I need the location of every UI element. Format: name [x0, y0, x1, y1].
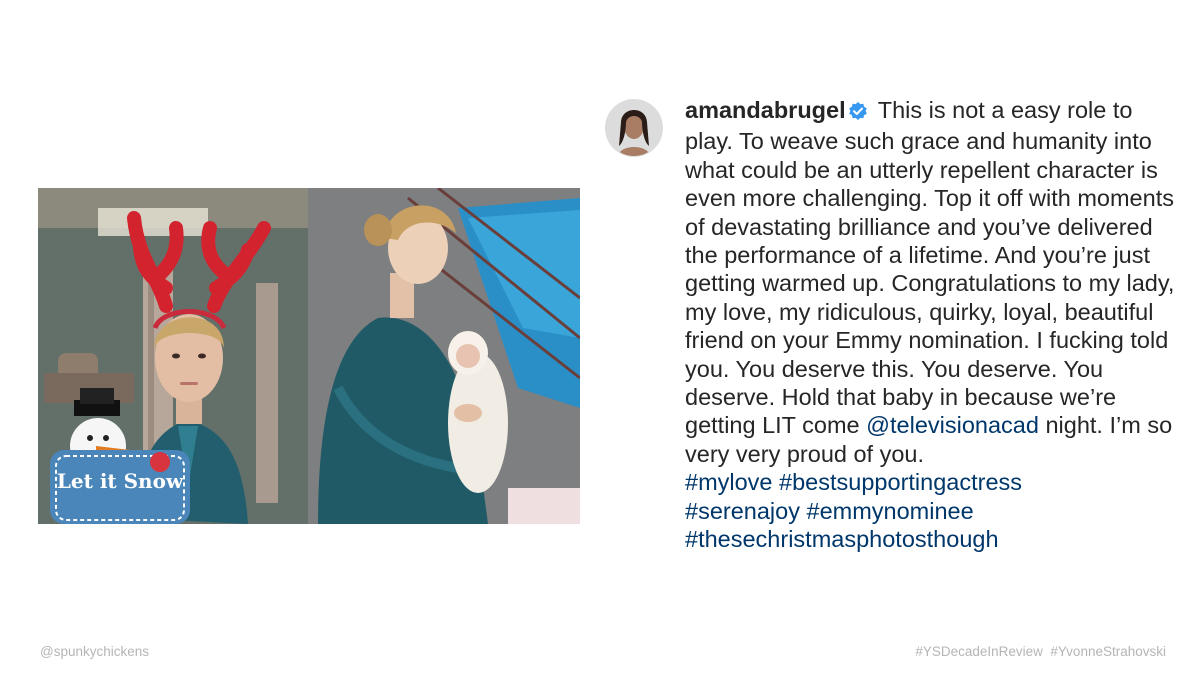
hashtag-link[interactable]: #serenajoy	[685, 498, 800, 524]
footer-hashtags: #YSDecadeInReview #YvonneStrahovski	[915, 644, 1166, 659]
baby-photo-art	[308, 188, 580, 524]
avatar-image	[606, 100, 662, 156]
profile-avatar[interactable]	[606, 100, 662, 156]
hashtag-link[interactable]: #emmynominee	[807, 498, 974, 524]
baby-photo	[308, 188, 580, 524]
hashtag-link[interactable]: #bestsupportingactress	[779, 469, 1022, 495]
post-photos[interactable]: Let it Snow	[38, 188, 580, 524]
mention-link[interactable]: @televisionacad	[866, 412, 1039, 438]
sign-text: Let it Snow	[57, 469, 184, 493]
caption-body: This is not a easy role to play. To weav…	[685, 97, 1175, 439]
hashtag-link[interactable]: #mylove	[685, 469, 773, 495]
credit-watermark: @spunkychickens	[40, 644, 150, 659]
verified-badge-icon	[848, 99, 868, 127]
username-link[interactable]: amandabrugel	[685, 97, 846, 123]
hashtag-link[interactable]: #thesechristmasphotosthough	[685, 526, 999, 552]
caption-text: amandabrugel This is not a easy role to …	[685, 96, 1175, 468]
hashtag-list: #mylove #bestsupportingactress #serenajo…	[685, 468, 1175, 553]
christmas-photo: Let it Snow	[38, 188, 308, 524]
christmas-photo-art: Let it Snow	[38, 188, 308, 524]
post-caption: amandabrugel This is not a easy role to …	[685, 96, 1175, 554]
